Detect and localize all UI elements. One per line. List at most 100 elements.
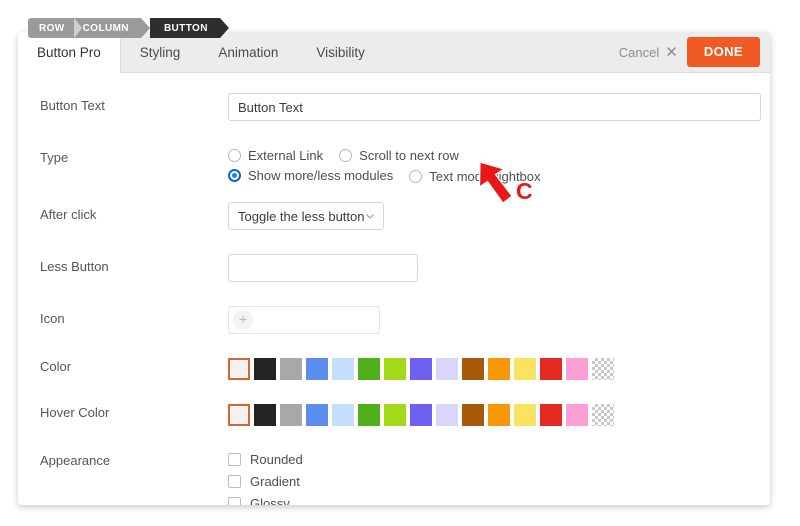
swatch-fill <box>332 404 354 426</box>
swatch-violet[interactable] <box>410 358 432 380</box>
breadcrumb-label: COLUMN <box>82 22 129 34</box>
swatch-fill <box>231 361 247 377</box>
checkbox-label: Glossy <box>250 496 290 505</box>
cancel-label: Cancel <box>618 44 660 60</box>
swatch-fill <box>332 358 354 380</box>
tab-label: Button Pro <box>37 45 101 60</box>
radio-selected-icon <box>228 169 241 182</box>
radio-icon <box>339 149 353 162</box>
label-icon: Icon <box>40 311 65 326</box>
less-button-input[interactable] <box>228 254 418 282</box>
label-hover-color: Hover Color <box>40 405 110 420</box>
label-after-click: After click <box>40 207 97 222</box>
swatch-green[interactable] <box>358 404 380 426</box>
swatch-red[interactable] <box>540 404 562 426</box>
swatch-black[interactable] <box>254 404 276 426</box>
panel-actions: Cancel ✕ DONE <box>619 32 770 72</box>
breadcrumb-separator-icon <box>73 18 82 38</box>
breadcrumb-item-button[interactable]: BUTTON <box>149 18 229 38</box>
checkbox-rounded[interactable]: Rounded <box>228 452 748 467</box>
swatch-red[interactable] <box>540 358 562 380</box>
swatch-lavender[interactable] <box>436 358 458 380</box>
swatch-yellow-green[interactable] <box>384 404 406 426</box>
close-icon: ✕ <box>665 43 678 61</box>
swatch-fill <box>280 404 302 426</box>
swatch-orange[interactable] <box>488 404 510 426</box>
label-button-text: Button Text <box>40 98 105 113</box>
checkbox-icon <box>228 497 241 505</box>
swatch-yellow[interactable] <box>514 404 536 426</box>
breadcrumb: ROW COLUMN BUTTON <box>28 18 229 38</box>
radio-external-link[interactable]: External Link <box>228 148 323 163</box>
swatch-pink[interactable] <box>566 404 588 426</box>
checkbox-icon <box>228 475 241 488</box>
swatch-light-blue[interactable] <box>332 358 354 380</box>
checkbox-gradient[interactable]: Gradient <box>228 474 748 489</box>
swatch-fill <box>306 358 328 380</box>
swatch-fill <box>540 358 562 380</box>
field-type: External Link Scroll to next row Show mo… <box>228 143 748 188</box>
tab-button-pro[interactable]: Button Pro <box>18 32 121 73</box>
radio-icon <box>409 170 423 183</box>
breadcrumb-item-column[interactable]: COLUMN <box>73 18 151 38</box>
done-button[interactable]: DONE <box>686 37 760 67</box>
swatch-violet[interactable] <box>410 404 432 426</box>
swatch-fill <box>592 404 614 426</box>
label-appearance: Appearance <box>40 453 111 468</box>
swatch-fill <box>462 358 484 380</box>
swatch-transparent[interactable] <box>592 404 614 426</box>
swatch-brown[interactable] <box>462 404 484 426</box>
swatch-orange[interactable] <box>488 358 510 380</box>
radio-scroll-to-next-row[interactable]: Scroll to next row <box>339 148 459 163</box>
tab-animation[interactable]: Animation <box>199 32 297 72</box>
settings-form: Button Text Type External Link Scroll to… <box>18 73 770 505</box>
tab-visibility[interactable]: Visibility <box>297 32 384 72</box>
swatch-yellow[interactable] <box>514 358 536 380</box>
swatch-green[interactable] <box>358 358 380 380</box>
after-click-value: Toggle the less button <box>238 208 365 224</box>
swatch-black[interactable] <box>254 358 276 380</box>
swatch-fill <box>384 404 406 426</box>
tab-label: Visibility <box>316 44 365 60</box>
field-color <box>228 352 748 380</box>
swatch-fill <box>410 358 432 380</box>
icon-picker[interactable]: + <box>228 306 380 334</box>
swatch-fill <box>514 404 536 426</box>
tab-bar: Button Pro Styling Animation Visibility … <box>18 32 770 73</box>
tab-label: Styling <box>139 44 181 60</box>
cancel-button[interactable]: Cancel ✕ <box>619 45 678 60</box>
swatch-blue[interactable] <box>306 404 328 426</box>
swatch-white[interactable] <box>228 358 250 380</box>
breadcrumb-label: ROW <box>39 22 65 34</box>
swatch-lavender[interactable] <box>436 404 458 426</box>
swatch-yellow-green[interactable] <box>384 358 406 380</box>
swatch-light-blue[interactable] <box>332 404 354 426</box>
swatch-fill <box>592 358 614 380</box>
hover-color-swatch-list <box>228 400 748 426</box>
row-button-text: Button Text <box>18 91 770 125</box>
swatch-pink[interactable] <box>566 358 588 380</box>
radio-label: Show more/less modules <box>248 168 394 183</box>
tab-label: Animation <box>218 44 279 60</box>
tab-styling[interactable]: Styling <box>121 32 200 72</box>
radio-icon <box>228 149 241 162</box>
swatch-fill <box>514 358 536 380</box>
plus-icon[interactable]: + <box>233 310 253 330</box>
row-color: Color <box>18 352 770 386</box>
after-click-select[interactable]: Toggle the less button <box>228 202 384 230</box>
breadcrumb-item-row[interactable]: ROW <box>28 18 74 38</box>
swatch-gray[interactable] <box>280 358 302 380</box>
button-text-input[interactable] <box>228 93 761 121</box>
swatch-gray[interactable] <box>280 404 302 426</box>
checkbox-glossy[interactable]: Glossy <box>228 496 748 505</box>
swatch-transparent[interactable] <box>592 358 614 380</box>
swatch-fill <box>566 404 588 426</box>
swatch-blue[interactable] <box>306 358 328 380</box>
field-button-text <box>228 91 761 121</box>
field-hover-color <box>228 398 748 426</box>
swatch-brown[interactable] <box>462 358 484 380</box>
done-label: DONE <box>703 44 743 59</box>
radio-show-more-less-modules[interactable]: Show more/less modules <box>228 167 393 184</box>
swatch-white[interactable] <box>228 404 250 426</box>
checkbox-label: Rounded <box>250 452 303 467</box>
